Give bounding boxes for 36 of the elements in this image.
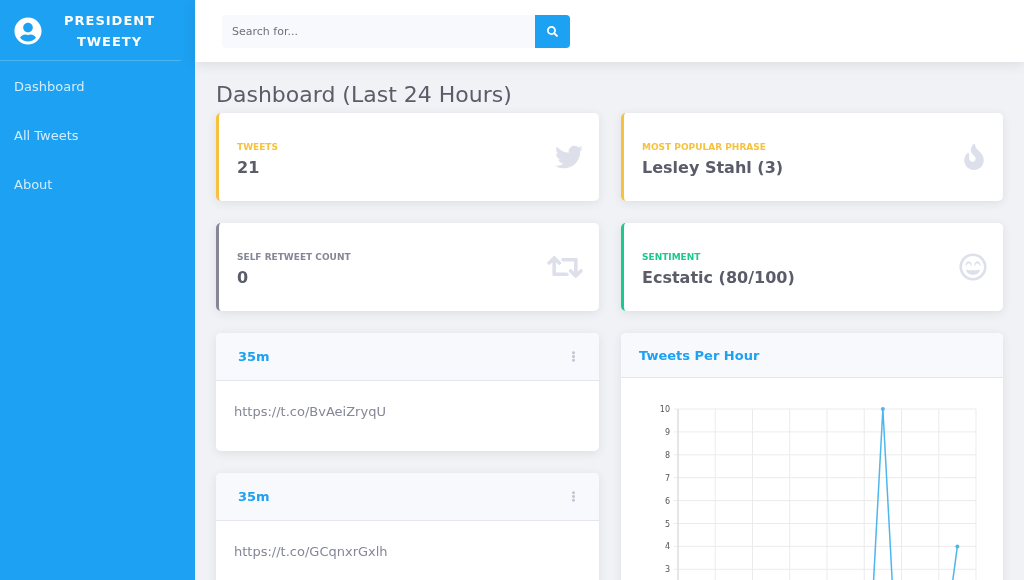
- y-tick-label: 9: [664, 427, 670, 437]
- stat-value: Lesley Stahl (3): [642, 157, 784, 177]
- bird-icon: [555, 143, 583, 171]
- y-tick-label: 4: [664, 542, 670, 552]
- y-tick-label: 8: [664, 450, 670, 460]
- page-title: Dashboard (Last 24 Hours): [216, 82, 513, 107]
- stat-label: SELF RETWEET COUNT: [237, 251, 351, 262]
- search-field[interactable]: Search for...: [222, 14, 535, 48]
- smile-icon: [959, 253, 987, 281]
- y-tick-label: 5: [664, 519, 670, 529]
- tweet-text: https://t.co/BvAeiZryqU: [234, 404, 386, 419]
- tweet-time: 35m: [238, 349, 270, 364]
- stat-label: TWEETS: [237, 141, 278, 152]
- tweet-text: https://t.co/GCqnxrGxlh: [234, 544, 388, 559]
- data-point: [880, 407, 885, 411]
- chart-title: Tweets Per Hour: [639, 347, 760, 363]
- nav-link[interactable]: All Tweets: [0, 111, 195, 160]
- y-tick-label: 3: [664, 565, 670, 575]
- y-tick-label: 10: [659, 405, 670, 414]
- nav-link[interactable]: About: [0, 160, 195, 209]
- flame-icon: [961, 144, 987, 170]
- brand-name: TWEETY: [76, 33, 143, 51]
- brand-name: PRESIDENT: [63, 12, 155, 30]
- stat-label: MOST POPULAR PHRASE: [642, 141, 767, 152]
- stat-value: Ecstatic (80/100): [642, 267, 795, 287]
- tweet-time: 35m: [238, 489, 270, 504]
- data-point: [955, 544, 960, 549]
- stat-label: SENTIMENT: [642, 251, 702, 262]
- y-tick-label: 6: [664, 496, 670, 506]
- stat-value: 21: [237, 157, 261, 177]
- search-icon: [547, 25, 558, 37]
- search-button[interactable]: [535, 14, 570, 48]
- user-avatar-icon: [14, 17, 42, 45]
- stat-value: 0: [237, 267, 250, 287]
- nav-link[interactable]: Dashboard: [0, 62, 195, 111]
- y-tick-label: 7: [664, 473, 670, 483]
